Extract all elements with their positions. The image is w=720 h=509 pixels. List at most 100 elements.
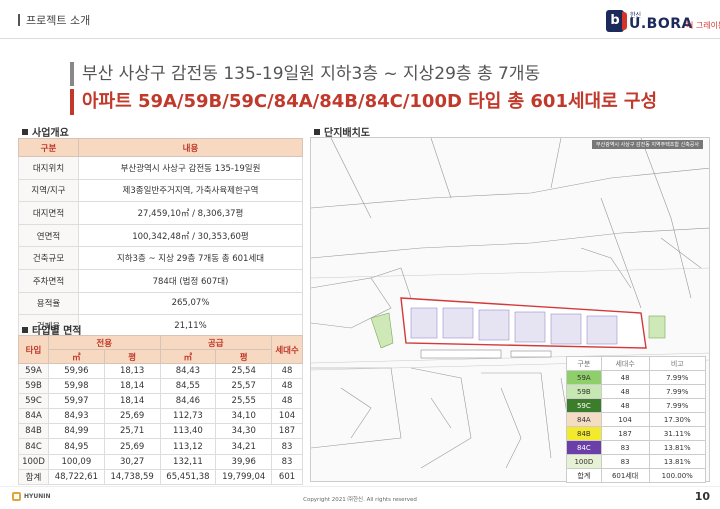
value-cell: 84,46 [159, 393, 217, 410]
footer-divider [0, 486, 720, 487]
value-cell: 19,799,04 [215, 468, 273, 485]
row-value: 제3종일반주거지역, 가축사육제한구역 [78, 178, 303, 203]
table-row: 용적율 265,07% [18, 291, 303, 316]
header-m2: ㎡ [47, 349, 105, 364]
legend-type: 합계 [566, 468, 602, 483]
value-cell: 48 [271, 393, 303, 410]
legend-row: 100D 83 13.81% [566, 454, 707, 469]
legend-type: 84C [566, 440, 602, 455]
row-label: 대지위치 [18, 156, 79, 180]
header-exclusive: 전용 [47, 335, 161, 350]
legend-units: 83 [600, 440, 650, 455]
table-row: 84A 84,93 25,69 112,73 34,10 104 [18, 408, 303, 425]
section-title: 프로젝트 소개 [26, 14, 91, 27]
legend-ratio: 13.81% [648, 440, 707, 455]
value-cell: 34,30 [215, 423, 273, 440]
header-py: 평 [103, 349, 161, 364]
legend-type: 59C [566, 398, 602, 413]
legend-type: 100D [566, 454, 602, 469]
legend-type: 84B [566, 426, 602, 441]
table-row: 대지면적 27,459,10㎡ / 8,306,37평 [18, 201, 303, 225]
value-cell: 48 [271, 362, 303, 380]
legend-ratio: 7.99% [648, 384, 707, 399]
legend-units: 104 [600, 412, 650, 427]
legend-row: 84B 187 31.11% [566, 426, 707, 441]
value-cell: 104 [271, 408, 303, 425]
header-category: 구분 [18, 138, 79, 157]
legend-header-ratio: 비고 [648, 356, 707, 371]
table-row: 100D 100,09 30,27 132,11 39,96 83 [18, 453, 303, 470]
legend-units: 48 [600, 398, 650, 413]
table-row: 84C 84,95 25,69 113,12 34,21 83 [18, 438, 303, 455]
table-row: 59C 59,97 18,14 84,46 25,55 48 [18, 393, 303, 410]
row-label: 주차면적 [18, 268, 79, 293]
legend-ratio: 13.81% [648, 454, 707, 469]
value-cell: 25,55 [215, 393, 273, 410]
table-row: 59A 59,96 18,13 84,43 25,54 48 [18, 362, 303, 380]
table-row: 건축규모 지하3층 ~ 지상 29층 7개동 총 601세대 [18, 246, 303, 270]
value-cell: 113,40 [159, 423, 217, 440]
legend-type: 59A [566, 370, 602, 385]
type-cell: 59C [18, 393, 49, 410]
area-table: 타입 전용 공급 세대수 ㎡ 평 ㎡ 평 59A 59,96 18,13 84,43 2… [18, 335, 303, 485]
brand-logo: b 한신 U.BORA 더 그레이튼 [606, 10, 720, 32]
table-row: 연면적 100,342,48㎡ / 30,353,60평 [18, 223, 303, 248]
type-cell: 84C [18, 438, 49, 455]
legend-row: 합계 601세대 100.00% [566, 468, 707, 483]
page-number: 10 [694, 490, 710, 503]
overview-table: 구분 내용 대지위치 부산광역시 사상구 감전동 135-19일원 지역/지구 제3종… [18, 138, 303, 338]
table-row: 지역/지구 제3종일반주거지역, 가축사육제한구역 [18, 178, 303, 203]
legend-row: 84A 104 17.30% [566, 412, 707, 427]
header-type: 타입 [18, 335, 49, 364]
value-cell: 25,57 [215, 378, 273, 395]
value-cell: 14,738,59 [103, 468, 161, 485]
value-cell: 187 [271, 423, 303, 440]
value-cell: 112,73 [159, 408, 217, 425]
table-header-row: 구분 내용 [18, 138, 303, 157]
value-cell: 18,13 [103, 362, 161, 380]
legend-ratio: 100.00% [648, 468, 707, 483]
value-cell: 25,69 [103, 438, 161, 455]
section-marker [18, 14, 20, 26]
value-cell: 18,14 [103, 378, 161, 395]
value-cell: 100,09 [47, 453, 105, 470]
value-cell: 132,11 [159, 453, 217, 470]
header-py: 평 [215, 349, 273, 364]
header-m2: ㎡ [159, 349, 217, 364]
overview-title: 사업개요 [22, 124, 69, 139]
logo-sub-text: 더 그레이튼 [686, 21, 720, 30]
type-cell: 59A [18, 362, 49, 380]
value-cell: 25,54 [215, 362, 273, 380]
square-bullet-icon [314, 129, 320, 135]
legend-units: 48 [600, 384, 650, 399]
table-row: 84B 84,99 25,71 113,40 34,30 187 [18, 423, 303, 440]
row-value: 지하3층 ~ 지상 29층 7개동 총 601세대 [78, 246, 303, 270]
value-cell: 84,99 [47, 423, 105, 440]
legend-ratio: 31.11% [648, 426, 707, 441]
type-cell: 100D [18, 453, 49, 470]
header-supply: 공급 [159, 335, 273, 350]
value-cell: 83 [271, 453, 303, 470]
value-cell: 25,71 [103, 423, 161, 440]
value-cell: 48,722,61 [47, 468, 105, 485]
legend-units: 83 [600, 454, 650, 469]
value-cell: 83 [271, 438, 303, 455]
square-bullet-icon [22, 327, 28, 333]
row-label: 지역/지구 [18, 178, 79, 203]
table-subheader-row: ㎡ 평 ㎡ 평 [19, 349, 303, 364]
legend-units: 48 [600, 370, 650, 385]
legend-type: 84A [566, 412, 602, 427]
value-cell: 84,43 [159, 362, 217, 380]
legend-row: 84C 83 13.81% [566, 440, 707, 455]
logo-main-text: U.BORA [629, 16, 693, 32]
type-cell: 84A [18, 408, 49, 425]
legend-header-units: 세대수 [600, 356, 650, 371]
legend-header-row: 구분 세대수 비고 [566, 356, 707, 371]
value-cell: 39,96 [215, 453, 273, 470]
headline-line-2: 아파트 59A/59B/59C/84A/84B/84C/100D 타입 총 60… [70, 89, 657, 115]
copyright: Copyright 2021 ㈜한신. All rights reserved [303, 497, 417, 503]
value-cell: 48 [271, 378, 303, 395]
value-cell: 84,55 [159, 378, 217, 395]
headline-line-1: 부산 사상구 감전동 135-19일원 지하3층 ~ 지상29층 총 7개동 [70, 62, 570, 86]
row-label: 연면적 [18, 223, 79, 248]
